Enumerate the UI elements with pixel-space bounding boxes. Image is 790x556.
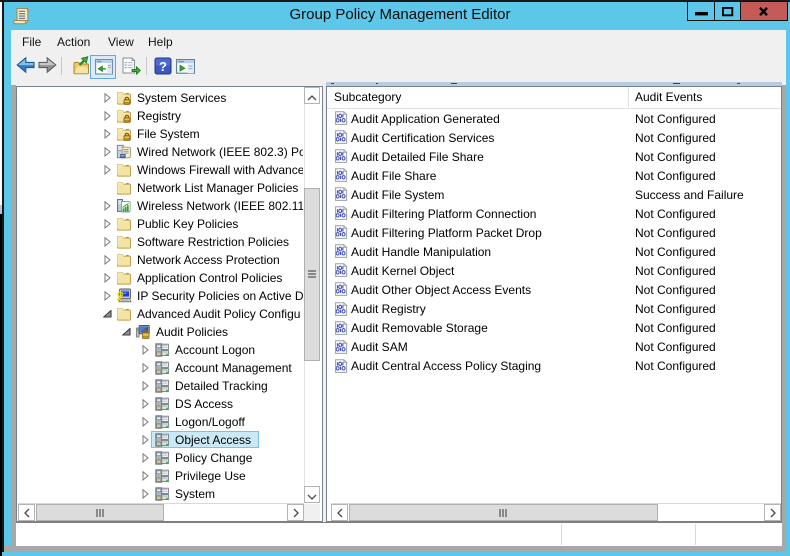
- svg-text:?: ?: [159, 59, 167, 74]
